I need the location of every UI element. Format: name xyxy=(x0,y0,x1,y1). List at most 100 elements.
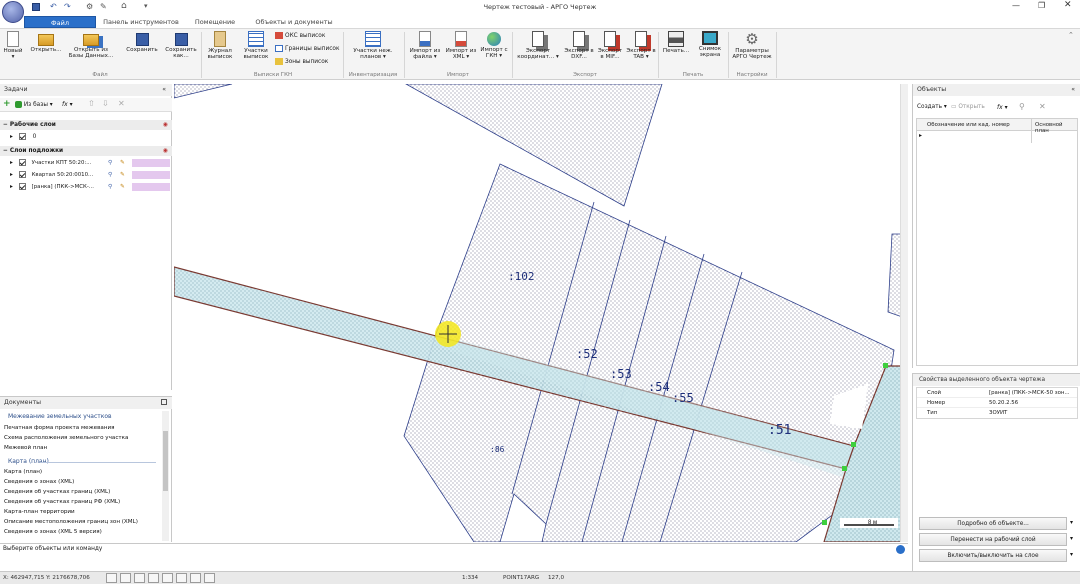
snap-tangent-icon[interactable] xyxy=(204,573,215,583)
snap-perp-icon[interactable] xyxy=(190,573,201,583)
pen-icon[interactable]: ✎ xyxy=(120,182,125,192)
pin-icon[interactable] xyxy=(161,399,167,405)
vertex-marker[interactable] xyxy=(851,442,856,447)
tab-file[interactable]: Файл xyxy=(24,16,96,28)
app-logo-icon[interactable] xyxy=(2,1,24,23)
tab-objects-docs[interactable]: Объекты и документы xyxy=(248,16,340,28)
col-header-plan[interactable]: Основной план xyxy=(1035,122,1077,134)
add-icon[interactable]: + xyxy=(3,99,11,109)
snap-angle-icon[interactable] xyxy=(148,573,159,583)
move-down-icon[interactable]: ⇩ xyxy=(102,99,109,108)
doc-section-survey[interactable]: Межевание земельных участков xyxy=(8,412,112,421)
doc-item[interactable]: Сведения о зонах (XML 5 версия) xyxy=(4,528,102,537)
eye-off-icon[interactable]: ◉ xyxy=(163,120,168,130)
doc-item[interactable]: Печатная форма проекта межевания xyxy=(4,424,115,433)
scrollbar-thumb[interactable] xyxy=(163,431,168,491)
expand-icon[interactable]: ▸ xyxy=(10,172,13,178)
binoculars-icon[interactable]: ⚲ xyxy=(108,170,112,180)
from-db-button[interactable]: Из базы ▾ xyxy=(15,101,53,108)
doc-item[interactable]: Сведения о зонах (XML) xyxy=(4,478,74,487)
move-up-icon[interactable]: ⇧ xyxy=(88,99,95,108)
work-layer-row[interactable]: ▸ 0 xyxy=(10,132,170,142)
plots-ext-button[interactable]: Участки выписок xyxy=(239,31,273,75)
fx-button[interactable]: fx ▾ xyxy=(62,101,73,108)
base-layer-row[interactable]: ▸ Участки КПТ 50:20:... ⚲ ✎ xyxy=(10,158,170,168)
export-mif-button[interactable]: Экспорт в MIF... xyxy=(596,31,624,75)
search-icon[interactable]: ⚲ xyxy=(1019,102,1025,111)
details-dropdown-icon[interactable]: ▾ xyxy=(1070,519,1073,526)
object-details-button[interactable]: Подробно об объекте... xyxy=(919,517,1067,530)
maximize-button[interactable]: ❐ xyxy=(1038,1,1045,10)
export-coords-button[interactable]: Экспорт координат... ▾ xyxy=(514,31,562,75)
create-button[interactable]: Создать ▾ xyxy=(917,104,947,110)
base-layer-row[interactable]: ▸ Квартал 50:20:0010... ⚲ ✎ xyxy=(10,170,170,180)
open-button[interactable]: Открыть... xyxy=(28,31,64,75)
import-gkn-button[interactable]: Импорт с ГКН ▾ xyxy=(479,31,509,75)
snap-point-icon[interactable] xyxy=(134,573,145,583)
col-header-designation[interactable]: Обозначение или кад. номер xyxy=(927,122,1010,128)
binoculars-icon[interactable]: ⚲ xyxy=(108,158,112,168)
layer-color-swatch[interactable] xyxy=(132,171,170,179)
fx-button[interactable]: fx ▾ xyxy=(997,104,1008,111)
layer-color-swatch[interactable] xyxy=(132,159,170,167)
bounds-ext-button[interactable]: Границы выписок xyxy=(275,44,339,54)
collapse-icon[interactable]: « xyxy=(1071,84,1075,96)
command-line[interactable]: Выберите объекты или команду xyxy=(0,543,908,555)
layer-checkbox[interactable] xyxy=(18,183,26,190)
open-object-button[interactable]: ▭ Открыть xyxy=(951,104,985,110)
drawing-svg[interactable]: :102 :52 :53 :54 :55 :51 :86 8 м xyxy=(174,84,908,542)
doc-item[interactable]: Сведения об участках границ (XML) xyxy=(4,488,110,497)
snap-middle-icon[interactable] xyxy=(162,573,173,583)
layer-checkbox[interactable] xyxy=(18,133,26,140)
doc-item[interactable]: Схема расположения земельного участка xyxy=(4,434,128,443)
doc-item[interactable]: Межевой план xyxy=(4,444,47,453)
minimize-button[interactable]: — xyxy=(1012,1,1020,10)
ribbon-collapse-icon[interactable]: ⌃ xyxy=(1068,31,1074,39)
layer-checkbox[interactable] xyxy=(18,159,26,166)
table-row-selector-icon[interactable]: ▸ xyxy=(919,132,922,139)
info-icon[interactable] xyxy=(896,545,905,554)
map-canvas[interactable]: :102 :52 :53 :54 :55 :51 :86 8 м xyxy=(174,84,908,542)
log-button[interactable]: Журнал выписок xyxy=(203,31,237,75)
expand-icon[interactable]: ▸ xyxy=(10,134,13,140)
eye-off-icon[interactable]: ◉ xyxy=(163,146,168,156)
zones-ext-button[interactable]: Зоны выписок xyxy=(275,57,328,67)
delete-icon[interactable]: ✕ xyxy=(118,99,125,108)
open-db-button[interactable]: Открыть из Базы Данных... xyxy=(66,31,116,75)
snap-line-icon[interactable] xyxy=(120,573,131,583)
layer-color-swatch[interactable] xyxy=(132,183,170,191)
export-tab-button[interactable]: Экспорт в TAB ▾ xyxy=(626,31,656,75)
scrollbar[interactable] xyxy=(162,411,169,541)
tab-toolbar[interactable]: Панель инструментов xyxy=(98,16,184,28)
inv-plots-button[interactable]: Участки неж. планов ▾ xyxy=(346,31,400,75)
expand-icon[interactable]: ▸ xyxy=(10,160,13,166)
move-to-work-layer-button[interactable]: Перенести на рабочий слой xyxy=(919,533,1067,546)
pen-icon[interactable]: ✎ xyxy=(120,158,125,168)
close-button[interactable]: ✕ xyxy=(1064,0,1072,10)
move-dropdown-icon[interactable]: ▾ xyxy=(1070,535,1073,542)
map-scrollbar-vertical[interactable] xyxy=(900,84,908,542)
vertex-marker[interactable] xyxy=(822,520,827,525)
parcel-area[interactable] xyxy=(174,84,233,99)
oks-ext-button[interactable]: ОКС выписок xyxy=(275,31,325,41)
params-button[interactable]: ⚙ Параметры АРГО Чертеж xyxy=(730,31,774,75)
snap-cross-icon[interactable] xyxy=(176,573,187,583)
doc-item[interactable]: Карта-план территории xyxy=(4,508,75,517)
save-as-button[interactable]: Сохранить как... xyxy=(164,31,198,75)
print-button[interactable]: Печать... xyxy=(660,31,692,75)
work-layers-header[interactable]: − Рабочие слои ◉ xyxy=(0,120,172,130)
import-xml-button[interactable]: Импорт из XML ▾ xyxy=(445,31,477,75)
doc-item[interactable]: Карта (план) xyxy=(4,468,42,477)
export-dxf-button[interactable]: Экспорт в DXF... xyxy=(564,31,594,75)
save-button[interactable]: Сохранить xyxy=(122,31,162,75)
toggle-layer-button[interactable]: Включить/выключить на слое xyxy=(919,549,1067,562)
delete-icon[interactable]: ✕ xyxy=(1039,102,1046,111)
base-layers-header[interactable]: − Слои подложки ◉ xyxy=(0,146,172,156)
tab-premises[interactable]: Помещение xyxy=(186,16,244,28)
doc-item[interactable]: Описание местоположения границ зон (XML) xyxy=(4,518,138,527)
import-file-button[interactable]: Импорт из файла ▾ xyxy=(407,31,443,75)
snap-grid-icon[interactable] xyxy=(106,573,117,583)
binoculars-icon[interactable]: ⚲ xyxy=(108,182,112,192)
new-button[interactable]: Новый ▾ xyxy=(0,31,26,75)
doc-item[interactable]: Сведения об участках границ РФ (XML) xyxy=(4,498,120,507)
